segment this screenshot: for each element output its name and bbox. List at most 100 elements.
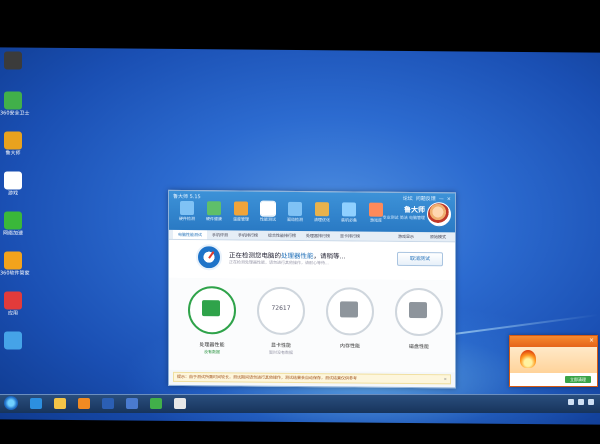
desktop-app-icon (4, 211, 22, 230)
subtab-4[interactable]: 处理器排行榜 (301, 231, 335, 240)
tray-network-icon[interactable] (568, 399, 574, 405)
mascot-avatar-icon[interactable] (427, 202, 451, 227)
benchmark-subtitle: 没有数据 (204, 349, 220, 355)
subtab-0[interactable]: 电脑性能测试 (173, 229, 207, 240)
subtab-2[interactable]: 手机排行榜 (233, 230, 263, 239)
benchmark-title: 磁盘性能 (408, 343, 429, 351)
ludashi-icon[interactable] (174, 398, 186, 409)
desktop-app-icon (4, 171, 22, 190)
thermometer-icon (234, 201, 248, 216)
subtab-right-1[interactable]: 原始模式 (425, 232, 451, 241)
benchmark-ring[interactable]: 72617 (257, 286, 305, 336)
subtab-1[interactable]: 手机评测 (207, 230, 233, 239)
desktop-icon-1[interactable]: 360安全卫士 (0, 91, 30, 117)
desktop-app-icon (4, 91, 22, 110)
app-titlebar: 鲁大师 5.15 论坛 问题反馈 — × 硬件检测 硬件健康 温度管理 性能测试 驱动检测 清理… (169, 190, 455, 233)
desktop-icon-label: 鲁大师 (5, 150, 21, 157)
app-icon[interactable] (126, 398, 138, 409)
nav-item-5[interactable]: 清理优化 (310, 202, 334, 223)
benchmark-title: 显卡性能 (270, 342, 291, 349)
disk-icon (409, 301, 427, 319)
brand-subtitle: 专业测试 简洁 电脑管理 (382, 214, 425, 221)
word-icon[interactable] (102, 398, 114, 409)
test-status-panel: 正在检测您电脑的处理器性能，请稍等... 正在检测处理器性能，请勿进行其他操作，… (169, 239, 455, 281)
nav-item-2[interactable]: 温度管理 (229, 201, 253, 222)
tip-text: 提示：由于测试所需时间较长，测试期间请勿进行其他操作，测试结果会自动保存，测试结… (177, 373, 357, 381)
nav-item-label: 温度管理 (233, 216, 249, 222)
benchmark-title: 内存性能 (339, 343, 360, 350)
nav-item-4[interactable]: 驱动检测 (283, 201, 307, 223)
benchmark-ring[interactable] (395, 287, 443, 337)
benchmark-card: 72617 显卡性能 暂时没有数据 (256, 286, 306, 356)
desktop-icon-7[interactable] (0, 331, 26, 350)
popup-body (510, 347, 597, 373)
popup-action-button[interactable]: 立即清理 (565, 376, 591, 383)
benchmark-ring[interactable] (188, 286, 236, 335)
nav-item-label: 硬件健康 (206, 216, 222, 222)
app-window: 鲁大师 5.15 论坛 问题反馈 — × 硬件检测 硬件健康 温度管理 性能测试 驱动检测 清理… (168, 189, 456, 389)
notification-popup: × 立即清理 (509, 335, 598, 387)
desktop-icon-label: 游戏 (7, 190, 18, 197)
desktop-app-icon (4, 251, 22, 270)
window-control-0[interactable]: 论坛 (403, 196, 413, 202)
cancel-test-button[interactable]: 取消测试 (397, 251, 443, 267)
benchmark-cards: 处理器性能 没有数据 72617 显卡性能 暂时没有数据 内存性能 磁盘性能 (169, 277, 455, 373)
speedometer-icon (196, 244, 222, 271)
ie-icon[interactable] (30, 398, 42, 409)
benchmark-card: 处理器性能 没有数据 (187, 286, 237, 355)
nav-item-label: 清理优化 (314, 217, 330, 223)
media-icon[interactable] (78, 398, 90, 409)
taskbar (0, 394, 600, 413)
tray-flag-icon[interactable] (588, 399, 594, 405)
nav-item-6[interactable]: 装机必备 (337, 202, 361, 223)
speedometer-icon (260, 200, 276, 217)
flame-icon (520, 350, 536, 368)
desktop-icon-0[interactable] (0, 51, 26, 70)
desktop-app-icon (4, 131, 22, 150)
desktop-icon-label: 360软件管家 (0, 270, 30, 277)
benchmark-subtitle: 暂时没有数据 (269, 349, 293, 355)
popup-header: × (510, 336, 597, 347)
360-icon[interactable] (150, 398, 162, 409)
desktop-icon-2[interactable]: 鲁大师 (0, 131, 26, 157)
tray-volume-icon[interactable] (578, 399, 584, 405)
window-controls: 论坛 问题反馈 — × (400, 195, 451, 202)
nav-item-1[interactable]: 硬件健康 (202, 201, 226, 222)
desktop-app-icon (4, 291, 22, 310)
desktop-icon-label: 360安全卫士 (0, 110, 30, 117)
window-control-3[interactable]: × (447, 196, 451, 202)
nav-item-3[interactable]: 性能测试 (256, 200, 280, 223)
subtab-3[interactable]: 综合性能排行榜 (263, 231, 301, 240)
nav-item-label: 性能测试 (260, 216, 276, 222)
subtab-right-0[interactable]: 游戏显示 (393, 232, 419, 241)
system-tray (568, 399, 594, 405)
nav-item-label: 驱动检测 (287, 216, 303, 223)
benchmark-ring[interactable] (326, 287, 374, 336)
box-icon (342, 202, 356, 217)
broom-icon (315, 202, 329, 217)
monitor-icon (180, 200, 194, 216)
desktop-icon-4[interactable]: 网络加速 (0, 211, 26, 237)
desktop-icon-label: 网络加速 (2, 230, 23, 237)
desktop-icon-label: 应用 (7, 310, 18, 317)
subtab-5[interactable]: 显卡排行榜 (335, 231, 365, 240)
start-button-icon[interactable] (4, 396, 18, 410)
subtab-right-group: 游戏显示 原始模式 (393, 232, 455, 242)
brand-name: 鲁大师 (404, 205, 425, 215)
nav-item-label: 硬件检测 (179, 215, 195, 222)
desktop-icon-5[interactable]: 360软件管家 (0, 251, 30, 277)
driver-icon (288, 201, 302, 217)
desktop-app-icon (4, 331, 22, 350)
tip-close-icon[interactable]: × (444, 375, 447, 383)
window-control-1[interactable]: 问题反馈 (416, 196, 436, 202)
desktop-icon-3[interactable]: 游戏 (0, 171, 26, 197)
desktop-app-icon (4, 51, 22, 70)
nav-item-label: 装机必备 (341, 217, 357, 223)
desktop-icon-6[interactable]: 应用 (0, 291, 26, 317)
popup-close-icon[interactable]: × (589, 337, 594, 344)
nav-item-0[interactable]: 硬件检测 (175, 200, 199, 222)
folder-icon[interactable] (54, 398, 66, 409)
benchmark-card: 磁盘性能 (394, 287, 444, 351)
app-title: 鲁大师 5.15 (173, 193, 201, 201)
benchmark-card: 内存性能 (325, 287, 375, 350)
